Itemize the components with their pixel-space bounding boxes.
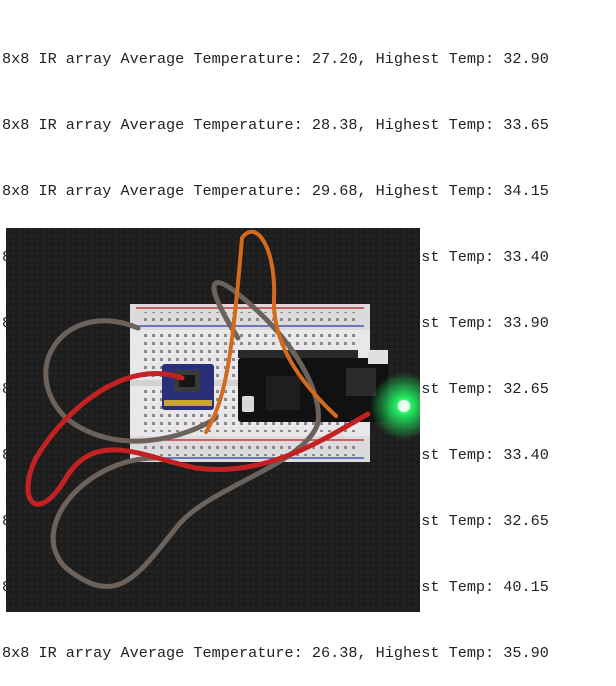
console-line: 8x8 IR array Average Temperature: 28.38,… [2,116,549,134]
console-line: 8x8 IR array Average Temperature: 26.38,… [2,644,549,662]
breadboard-photo [6,228,420,612]
console-line: 8x8 IR array Average Temperature: 29.68,… [2,182,549,200]
ir-sensor-board [162,364,214,410]
console-line: 8x8 IR array Average Temperature: 27.20,… [2,50,549,68]
led [398,400,410,412]
